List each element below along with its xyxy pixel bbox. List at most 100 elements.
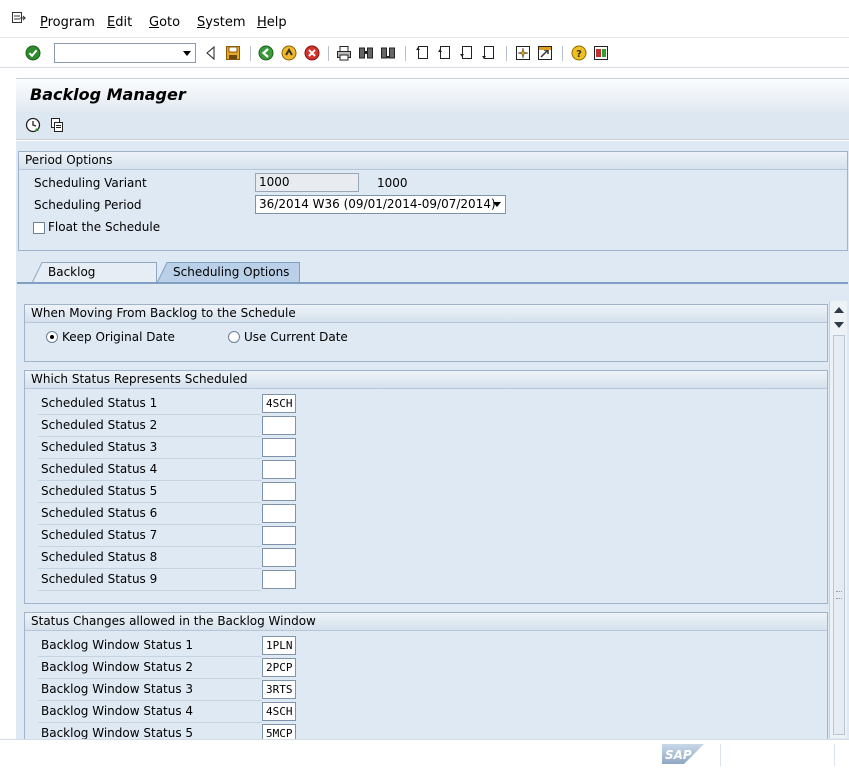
backlog-window-status-row-divider (38, 678, 262, 679)
backlog-window-status-input-3[interactable]: 3RTS (262, 680, 296, 699)
backlog-window-status-row-divider (38, 722, 262, 723)
moving-header: When Moving From Backlog to the Schedule (25, 305, 827, 323)
scheduled-status-label-5: Scheduled Status 5 (41, 484, 158, 498)
scrollbar-thumb[interactable] (833, 335, 845, 735)
scheduled-status-label-6: Scheduled Status 6 (41, 506, 158, 520)
sap-logo: SAP (662, 744, 704, 764)
back-green-icon[interactable] (258, 45, 274, 61)
new-session-icon[interactable] (515, 45, 531, 61)
menu-goto[interactable]: Goto (149, 15, 180, 30)
copy-variant-icon[interactable] (49, 117, 65, 133)
scheduled-status-row-divider (38, 568, 262, 569)
print-icon[interactable] (336, 45, 352, 61)
command-input[interactable] (55, 44, 175, 62)
scroll-up-icon[interactable] (834, 307, 844, 313)
backlog-window-status-input-2[interactable]: 2PCP (262, 658, 296, 677)
scheduled-status-input-7[interactable] (262, 526, 296, 545)
menu-system[interactable]: System (197, 15, 246, 30)
standard-toolbar: ? (0, 39, 849, 68)
scheduling-period-label: Scheduling Period (34, 198, 142, 212)
tab-backlog-selections[interactable]: Backlog Selections (32, 262, 157, 299)
scheduled-status-input-3[interactable] (262, 438, 296, 457)
scheduled-status-input-8[interactable] (262, 548, 296, 567)
title-bar: Backlog Manager (16, 78, 849, 112)
scheduled-status-row-divider (38, 502, 262, 503)
scheduled-status-label-8: Scheduled Status 8 (41, 550, 158, 564)
vertical-scrollbar[interactable] (829, 301, 847, 738)
scheduled-status-input-6[interactable] (262, 504, 296, 523)
scheduled-status-input-2[interactable] (262, 416, 296, 435)
scheduling-variant-label: Scheduling Variant (34, 176, 147, 190)
backlog-window-header: Status Changes allowed in the Backlog Wi… (25, 613, 827, 631)
scheduled-status-label-9: Scheduled Status 9 (41, 572, 158, 586)
cancel-icon[interactable] (304, 45, 320, 61)
scheduled-status-row-divider (38, 524, 262, 525)
next-page-icon[interactable] (459, 45, 475, 61)
use-current-date-radio[interactable] (228, 331, 240, 343)
menu-window-icon[interactable] (12, 12, 26, 24)
menu-help[interactable]: Help (257, 15, 287, 30)
svg-text:SAP: SAP (665, 748, 692, 762)
chevron-down-icon[interactable] (493, 202, 501, 207)
float-schedule-checkbox[interactable] (33, 222, 45, 234)
find-icon[interactable] (358, 45, 374, 61)
backlog-window-status-label-1: Backlog Window Status 1 (41, 638, 194, 652)
prev-page-icon[interactable] (437, 45, 453, 61)
backlog-window-status-row-divider (38, 700, 262, 701)
back-icon[interactable] (203, 45, 219, 61)
backlog-window-status-label-4: Backlog Window Status 4 (41, 704, 194, 718)
scheduled-status-row-divider (38, 546, 262, 547)
enter-icon[interactable] (25, 45, 41, 61)
scheduling-period-dropdown[interactable]: 36/2014 W36 (09/01/2014-09/07/2014) (255, 195, 506, 214)
backlog-window-status-input-1[interactable]: 1PLN (262, 636, 296, 655)
status-bar: SAP (0, 739, 849, 768)
scheduled-status-input-1[interactable]: 4SCH (262, 394, 296, 413)
tab-scheduling-options[interactable]: Scheduling Options (157, 262, 300, 283)
keep-original-date-radio[interactable] (46, 331, 58, 343)
first-page-icon[interactable] (415, 45, 431, 61)
application-toolbar (16, 112, 849, 140)
find-next-icon[interactable] (380, 45, 396, 61)
backlog-window-status-input-4[interactable]: 4SCH (262, 702, 296, 721)
use-current-date-label: Use Current Date (244, 330, 348, 344)
shortcut-icon[interactable] (537, 45, 553, 61)
menu-program[interactable]: Program (40, 15, 95, 30)
scheduling-variant-field[interactable]: 1000 (255, 173, 359, 192)
exit-icon[interactable] (281, 45, 297, 61)
float-schedule-label: Float the Schedule (48, 220, 161, 234)
scheduled-status-label-3: Scheduled Status 3 (41, 440, 158, 454)
scheduling-period-value: 36/2014 W36 (09/01/2014-09/07/2014) (259, 197, 496, 211)
scheduling-variant-description: 1000 (377, 176, 408, 190)
save-icon[interactable] (225, 45, 241, 61)
command-dropdown-icon[interactable] (183, 51, 191, 56)
scheduled-status-input-5[interactable] (262, 482, 296, 501)
backlog-window-status-label-5: Backlog Window Status 5 (41, 726, 194, 740)
backlog-window-status-row-divider (38, 656, 262, 657)
scheduled-status-row-divider (38, 590, 262, 591)
page-title: Backlog Manager (30, 85, 186, 104)
period-options-header: Period Options (19, 152, 847, 170)
execute-icon[interactable] (25, 117, 41, 133)
scrollbar-grip-icon (836, 591, 842, 599)
scheduled-status-header: Which Status Represents Scheduled (25, 371, 827, 389)
help-icon[interactable]: ? (571, 45, 587, 61)
scroll-down-icon[interactable] (834, 322, 844, 328)
svg-text:?: ? (576, 49, 582, 60)
scheduled-status-label-2: Scheduled Status 2 (41, 418, 158, 432)
scheduled-status-row-divider (38, 414, 262, 415)
keep-original-date-label: Keep Original Date (62, 330, 175, 344)
main-body: Period Options Scheduling Variant 1000 1… (16, 141, 849, 752)
last-page-icon[interactable] (481, 45, 497, 61)
layout-icon[interactable] (593, 45, 609, 61)
scheduled-status-input-4[interactable] (262, 460, 296, 479)
menu-bar: Program Edit Goto System Help (0, 0, 849, 38)
scheduled-status-label-7: Scheduled Status 7 (41, 528, 158, 542)
scheduled-status-input-9[interactable] (262, 570, 296, 589)
backlog-window-status-label-2: Backlog Window Status 2 (41, 660, 194, 674)
scheduled-status-label-4: Scheduled Status 4 (41, 462, 158, 476)
scheduled-status-row-divider (38, 480, 262, 481)
backlog-window-status-label-3: Backlog Window Status 3 (41, 682, 194, 696)
command-field[interactable] (54, 43, 196, 63)
scheduled-status-label-1: Scheduled Status 1 (41, 396, 158, 410)
menu-edit[interactable]: Edit (107, 15, 132, 30)
